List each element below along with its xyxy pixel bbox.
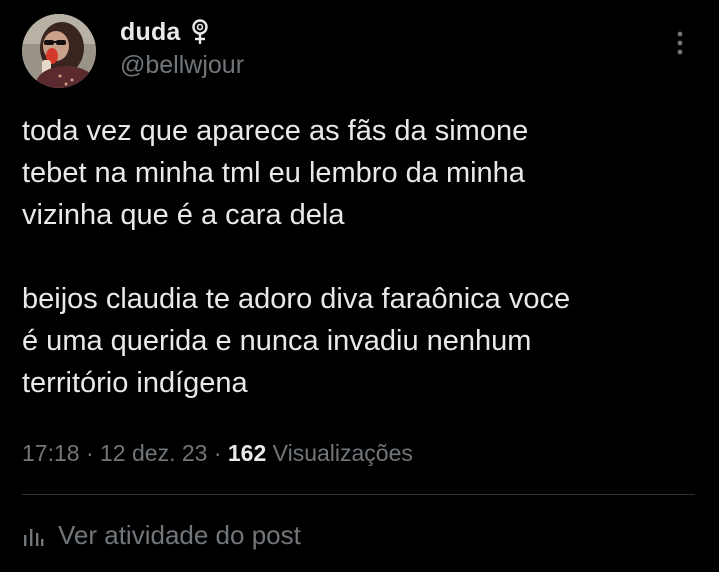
- meta-separator: ·: [85, 440, 94, 466]
- divider: [22, 494, 695, 495]
- avatar[interactable]: [22, 14, 96, 88]
- tweet-time[interactable]: 17:18: [22, 440, 80, 466]
- analytics-bars-icon: [24, 528, 44, 546]
- more-vertical-icon: [677, 31, 683, 55]
- female-sign-icon: [189, 18, 211, 46]
- tweet-date[interactable]: 12 dez. 23: [100, 440, 207, 466]
- author-name-row[interactable]: duda: [120, 17, 211, 47]
- more-options-button[interactable]: [668, 28, 692, 58]
- author-handle[interactable]: @bellwjour: [120, 51, 244, 80]
- author-display-name[interactable]: duda: [120, 18, 181, 47]
- view-post-activity-button[interactable]: Ver atividade do post: [22, 520, 301, 551]
- meta-separator: ·: [213, 440, 222, 466]
- avatar-image: [22, 14, 96, 88]
- views-label: Visualizações: [272, 440, 413, 466]
- tweet-meta: 17:18 · 12 dez. 23 · 162 Visualizações: [22, 440, 413, 467]
- tweet-text: toda vez que aparece as fãs da simone te…: [22, 115, 571, 399]
- view-post-activity-label: Ver atividade do post: [58, 520, 301, 550]
- views-count: 162: [227, 440, 267, 466]
